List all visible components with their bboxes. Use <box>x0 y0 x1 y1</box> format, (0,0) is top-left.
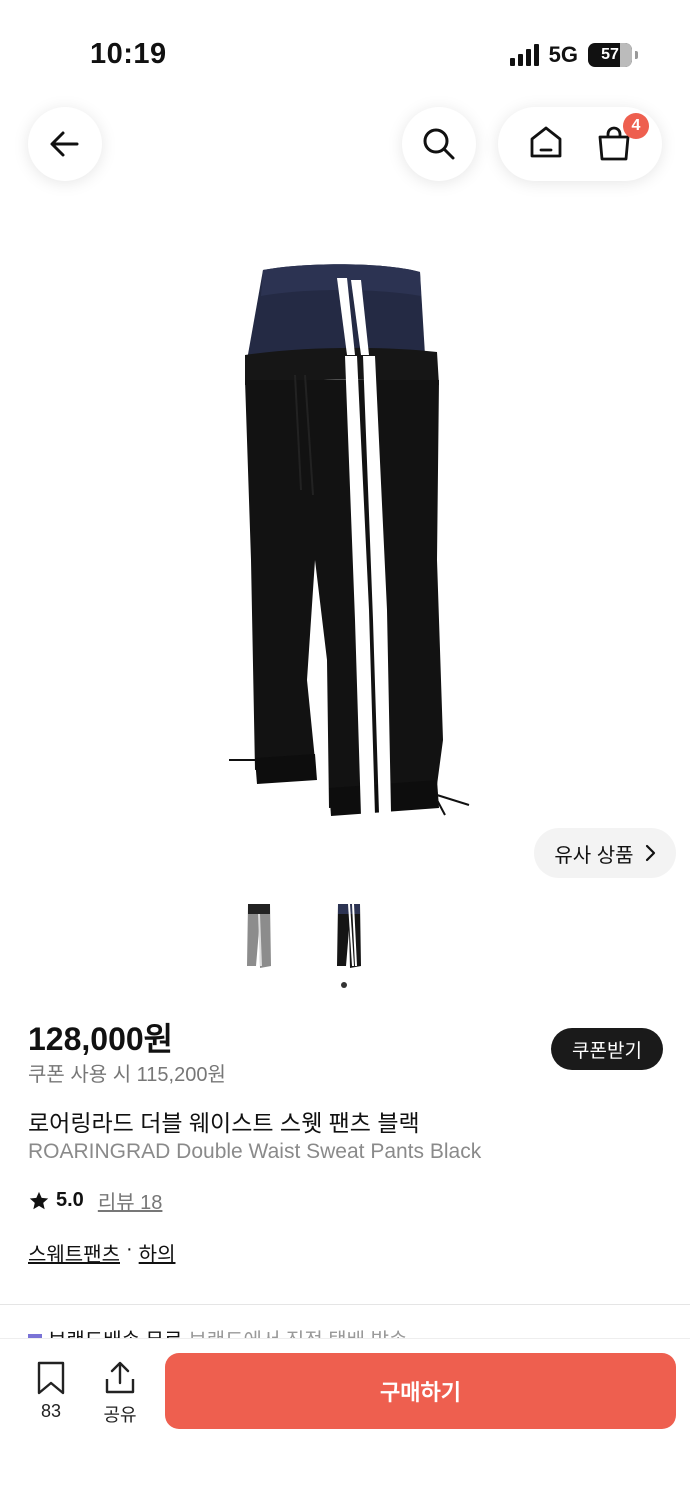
review-link[interactable]: 리뷰 18 <box>98 1186 163 1215</box>
search-icon <box>423 128 455 160</box>
cart-button[interactable]: 4 <box>595 113 649 163</box>
category-separator: · <box>126 1238 133 1260</box>
cart-count-badge: 4 <box>623 113 649 139</box>
arrow-left-icon <box>50 131 79 157</box>
rating-value: 5.0 <box>56 1189 84 1211</box>
get-coupon-button[interactable]: 쿠폰받기 <box>551 1028 663 1070</box>
chevron-right-icon <box>645 844 655 862</box>
divider <box>0 1304 690 1305</box>
home-button[interactable] <box>527 123 565 166</box>
image-thumbnails <box>244 900 364 972</box>
home-cart-group: 4 <box>498 107 662 181</box>
share-label: 공유 <box>103 1405 137 1425</box>
back-button[interactable] <box>28 107 102 181</box>
save-count: 83 <box>40 1401 62 1421</box>
search-button[interactable] <box>402 107 476 181</box>
category-link-sweatpants[interactable]: 스웨트팬츠 <box>28 1238 120 1267</box>
save-button[interactable]: 83 <box>26 1361 76 1422</box>
signal-icon <box>509 44 539 66</box>
product-image[interactable] <box>215 260 485 830</box>
share-icon <box>105 1361 135 1394</box>
product-name-english: ROARINGRAD Double Waist Sweat Pants Blac… <box>28 1140 482 1163</box>
similar-products-label: 유사 상품 <box>554 844 634 867</box>
category-breadcrumb: 스웨트팬츠 · 하의 <box>28 1238 175 1267</box>
buy-button[interactable]: 구매하기 <box>165 1353 676 1429</box>
status-indicators: 5G 57 <box>509 42 638 68</box>
product-price: 128,000원 <box>28 1021 174 1057</box>
category-link-bottoms[interactable]: 하의 <box>139 1238 176 1267</box>
star-icon <box>29 1191 49 1209</box>
network-label: 5G <box>548 42 578 67</box>
product-name-korean: 로어링라드 더블 웨이스트 스웻 팬츠 블랙 <box>28 1110 420 1136</box>
thumbnail-black-pants[interactable] <box>334 900 364 972</box>
bottom-action-bar: 83 공유 구매하기 <box>0 1338 690 1500</box>
share-button[interactable]: 공유 <box>95 1361 145 1427</box>
coupon-price: 쿠폰 사용 시 115,200원 <box>28 1064 226 1086</box>
home-icon <box>530 126 562 157</box>
rating-row: 5.0 리뷰 18 <box>28 1186 162 1215</box>
carousel-indicator <box>341 982 347 988</box>
battery-icon: 57 <box>588 43 638 67</box>
thumbnail-gray-pants[interactable] <box>244 900 274 972</box>
similar-products-button[interactable]: 유사 상품 <box>534 828 676 878</box>
status-time: 10:19 <box>90 38 167 70</box>
bookmark-icon <box>37 1361 65 1395</box>
battery-level: 57 <box>601 46 619 63</box>
status-bar: 10:19 5G 57 <box>0 0 690 100</box>
